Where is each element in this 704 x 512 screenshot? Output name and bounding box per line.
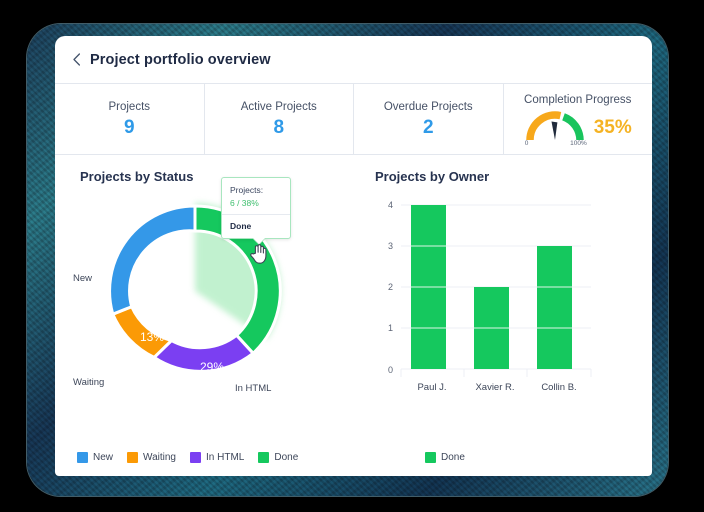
dashboard-card: Project portfolio overview Projects 9 Ac…	[55, 36, 652, 476]
card-header: Project portfolio overview	[55, 36, 652, 84]
kpi-label: Projects	[108, 101, 150, 113]
projects-by-status-panel: Projects by Status	[55, 155, 365, 475]
legend-status: New Waiting In HTML Done	[77, 452, 298, 463]
donut-label-waiting: Waiting	[73, 377, 104, 388]
donut-label-in-html: In HTML	[235, 383, 271, 394]
legend-item-done[interactable]: Done	[425, 452, 465, 463]
kpi-projects[interactable]: Projects 9	[55, 84, 205, 154]
svg-text:Xavier R.: Xavier R.	[475, 382, 514, 393]
svg-text:Collin B.: Collin B.	[541, 382, 576, 393]
svg-text:3: 3	[388, 241, 393, 251]
legend-label: Waiting	[143, 452, 176, 463]
hand-cursor-icon	[250, 243, 267, 269]
screenshot-stage: Project portfolio overview Projects 9 Ac…	[0, 0, 704, 512]
legend-owner: Done	[425, 452, 465, 463]
tooltip-series-name: Done	[222, 215, 290, 238]
gauge-value: 35%	[594, 118, 632, 137]
chart-title-status: Projects by Status	[80, 169, 193, 184]
bar-chart[interactable]: 4 3 2 1 0 Paul J. Xavier R. Collin B.	[373, 195, 603, 400]
kpi-row: Projects 9 Active Projects 8 Overdue Pro…	[55, 84, 652, 155]
legend-label: In HTML	[206, 452, 244, 463]
svg-text:29%: 29%	[200, 360, 224, 374]
kpi-label: Active Projects	[241, 101, 317, 113]
gauge-wrap: 0 100% 35%	[524, 111, 632, 145]
chart-tooltip: Projects: 6 / 38% Done	[221, 177, 291, 239]
legend-label: New	[93, 452, 113, 463]
legend-item-in-html[interactable]: In HTML	[190, 452, 244, 463]
svg-text:2: 2	[388, 282, 393, 292]
svg-text:1: 1	[388, 323, 393, 333]
legend-label: Done	[274, 452, 298, 463]
legend-label: Done	[441, 452, 465, 463]
gauge-max-label: 100%	[570, 140, 587, 147]
kpi-overdue-projects[interactable]: Overdue Projects 2	[354, 84, 504, 154]
legend-item-waiting[interactable]: Waiting	[127, 452, 176, 463]
donut-label-new: New	[73, 273, 92, 284]
svg-text:20%: 20%	[133, 284, 157, 298]
page-title: Project portfolio overview	[90, 52, 271, 68]
kpi-label: Completion Progress	[524, 94, 631, 106]
gauge-chart: 0 100%	[524, 111, 586, 145]
legend-swatch-icon	[425, 452, 436, 463]
kpi-value: 2	[423, 118, 434, 137]
gauge-min-label: 0	[525, 140, 529, 147]
svg-text:13%: 13%	[140, 330, 164, 344]
legend-swatch-icon	[127, 452, 138, 463]
kpi-active-projects[interactable]: Active Projects 8	[205, 84, 355, 154]
tooltip-key: Projects:	[230, 185, 282, 195]
chart-title-owner: Projects by Owner	[375, 169, 489, 184]
kpi-completion-progress[interactable]: Completion Progress 0 100%	[504, 84, 653, 154]
projects-by-owner-panel: Projects by Owner	[365, 155, 652, 475]
kpi-value: 8	[273, 118, 284, 137]
svg-text:4: 4	[388, 200, 393, 210]
svg-text:Paul J.: Paul J.	[417, 382, 446, 393]
svg-text:0: 0	[388, 365, 393, 375]
legend-swatch-icon	[190, 452, 201, 463]
tooltip-value: 6 / 38%	[230, 198, 282, 208]
tooltip-top: Projects: 6 / 38%	[222, 178, 290, 215]
kpi-label: Overdue Projects	[384, 101, 473, 113]
charts-area: Projects by Status	[55, 155, 652, 475]
legend-swatch-icon	[258, 452, 269, 463]
legend-item-new[interactable]: New	[77, 452, 113, 463]
kpi-value: 9	[124, 118, 135, 137]
legend-item-done[interactable]: Done	[258, 452, 298, 463]
chevron-left-icon[interactable]	[68, 52, 84, 68]
legend-swatch-icon	[77, 452, 88, 463]
